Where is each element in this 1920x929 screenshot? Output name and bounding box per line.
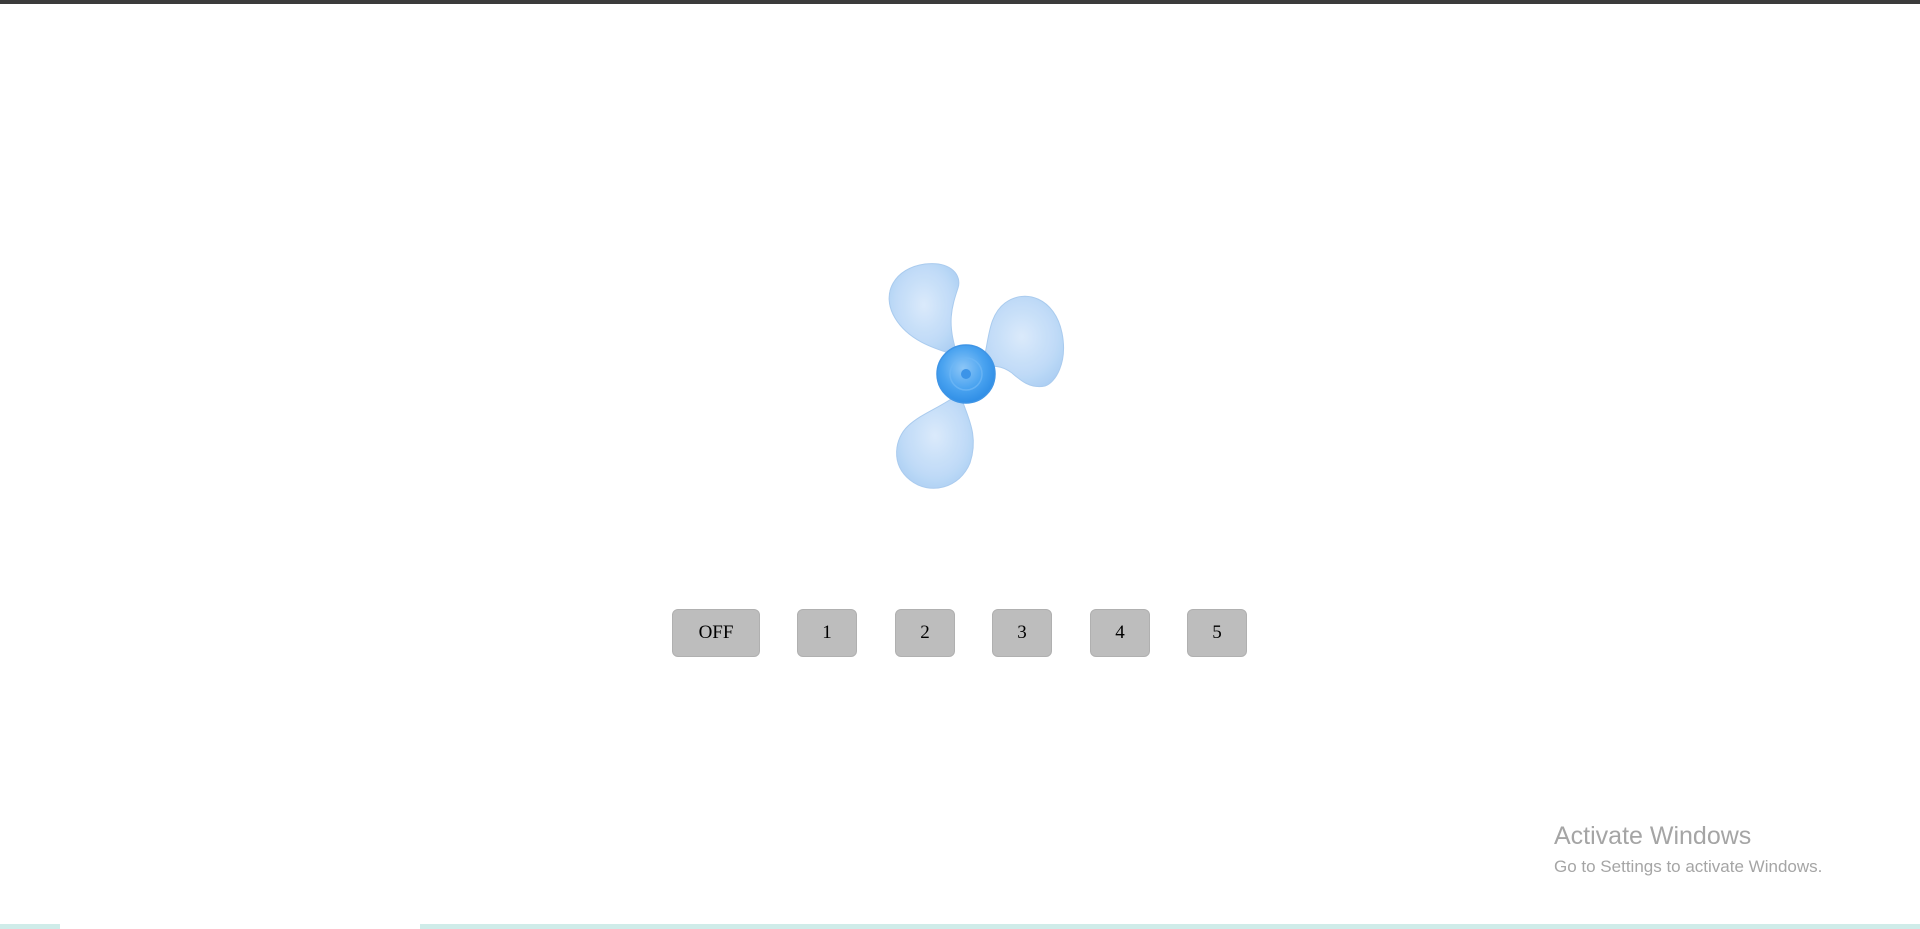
speed-3-button[interactable]: 3 [992,609,1052,657]
window-top-border [0,0,1920,4]
speed-4-button[interactable]: 4 [1090,609,1150,657]
speed-5-button[interactable]: 5 [1187,609,1247,657]
speed-2-button[interactable]: 2 [895,609,955,657]
fan-icon [888,263,1064,489]
taskbar-edge [0,924,1920,929]
watermark-subtitle: Go to Settings to activate Windows. [1554,857,1823,876]
off-button[interactable]: OFF [672,609,760,657]
taskbar-segment [60,924,420,929]
fan-image [840,258,1090,508]
speed-1-button[interactable]: 1 [797,609,857,657]
fan-hub [936,344,996,404]
activation-watermark: Activate Windows Go to Settings to activ… [1554,820,1822,880]
speed-controls: OFF 1 2 3 4 5 [0,609,1920,657]
watermark-title: Activate Windows [1554,822,1752,850]
